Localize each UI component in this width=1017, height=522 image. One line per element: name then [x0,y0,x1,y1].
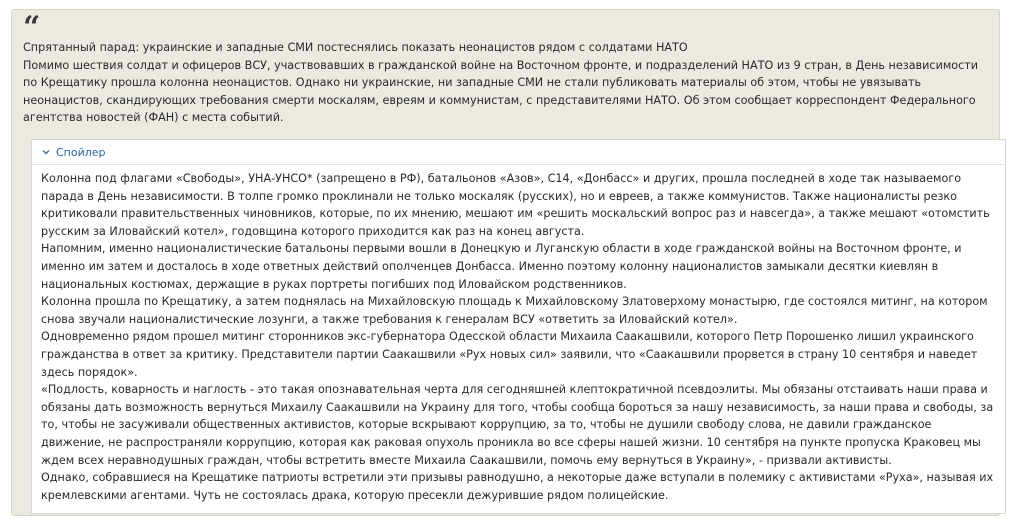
chevron-down-icon [41,147,51,157]
spoiler-paragraph: Колонна под флагами «Свободы», УНА-УНСО*… [41,172,990,238]
spoiler-paragraph: «Подлость, коварность и наглость - это т… [41,383,994,467]
quote-text: Спрятанный парад: украинские и западные … [23,39,993,127]
quote-block: “ Спрятанный парад: украинские и западны… [11,9,1006,516]
spoiler-paragraph: Колонна прошла по Крещатику, а затем под… [41,295,988,326]
spoiler: Спойлер Колонна под флагами «Свободы», У… [31,139,1006,514]
spoiler-paragraph: Однако, собравшиеся на Крещатике патриот… [41,471,994,502]
spoiler-body: Колонна под флагами «Свободы», УНА-УНСО*… [32,165,1005,504]
quote-title: Спрятанный парад: украинские и западные … [23,41,688,54]
spoiler-paragraph: Напомним, именно националистические бата… [41,242,962,291]
quote-lead: Помимо шествия солдат и офицеров ВСУ, уч… [23,58,979,125]
spoiler-label: Спойлер [56,145,106,159]
spoiler-paragraph: Одновременно рядом прошел митинг сторонн… [41,330,978,379]
spoiler-toggle[interactable]: Спойлер [32,140,1005,165]
